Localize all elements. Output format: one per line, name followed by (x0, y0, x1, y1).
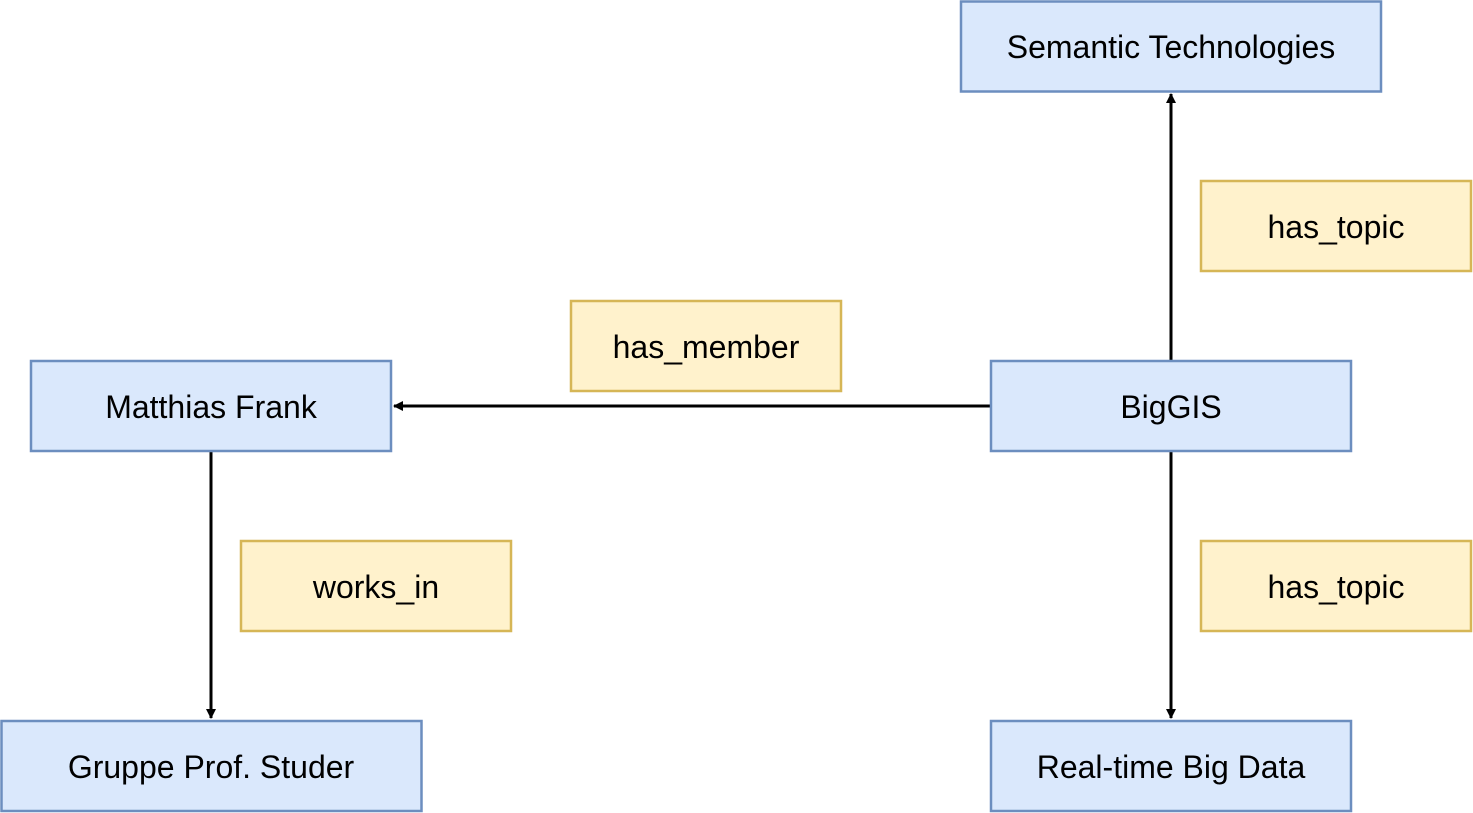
node-gruppe-studer[interactable]: Gruppe Prof. Studer (0, 719, 423, 813)
relation-has-topic-bottom[interactable]: has_topic (1199, 539, 1473, 633)
relation-label: has_topic (1268, 569, 1405, 605)
relation-has-member[interactable]: has_member (569, 299, 843, 393)
node-label: Matthias Frank (105, 389, 318, 425)
node-label: BigGIS (1120, 389, 1221, 425)
relation-label: has_topic (1268, 209, 1405, 245)
relation-label: has_member (613, 329, 800, 365)
diagram-canvas: Semantic Technologies Matthias Frank Big… (0, 0, 1473, 813)
node-semantic-technologies[interactable]: Semantic Technologies (959, 0, 1383, 93)
relation-label: works_in (312, 569, 439, 605)
node-realtime-big-data[interactable]: Real-time Big Data (989, 719, 1353, 813)
relation-has-topic-top[interactable]: has_topic (1199, 179, 1473, 273)
node-label: Real-time Big Data (1037, 749, 1306, 785)
node-matthias-frank[interactable]: Matthias Frank (29, 359, 393, 453)
relation-works-in[interactable]: works_in (239, 539, 513, 633)
node-label: Gruppe Prof. Studer (68, 749, 355, 785)
node-biggis[interactable]: BigGIS (989, 359, 1353, 453)
node-label: Semantic Technologies (1007, 29, 1336, 65)
